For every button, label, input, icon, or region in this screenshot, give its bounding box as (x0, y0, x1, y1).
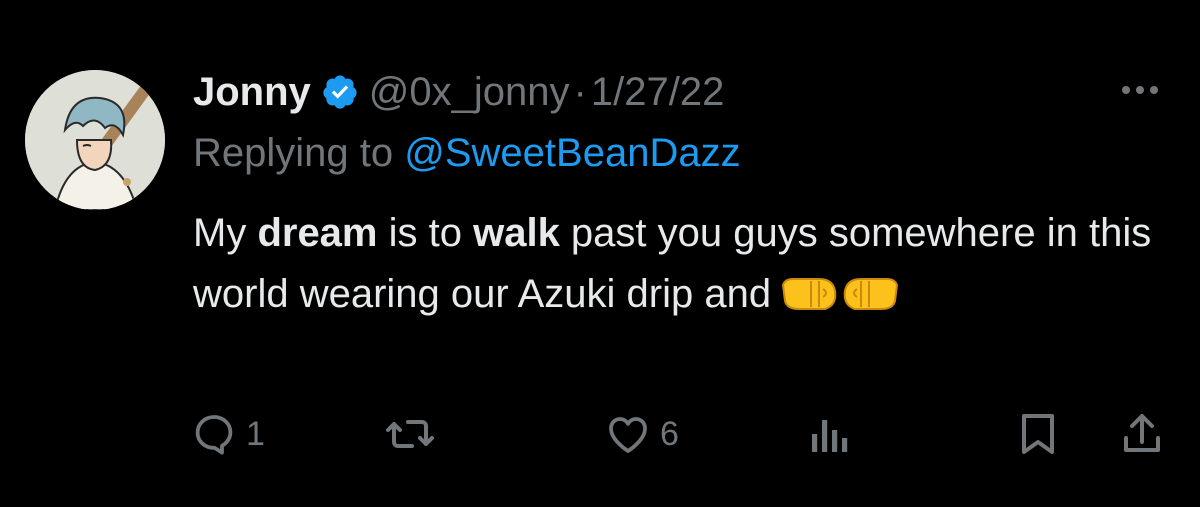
action-bar: 1 6 (0, 408, 1200, 460)
bookmark-icon (1016, 410, 1060, 458)
tweet-text: My dream is to walk past you guys somewh… (193, 203, 1153, 333)
replying-to-mention[interactable]: @SweetBeanDazz (404, 131, 740, 175)
tweet-text-bold: dream (257, 211, 378, 255)
replying-to-line: Replying to @SweetBeanDazz (193, 131, 741, 176)
like-button[interactable]: 6 (604, 408, 679, 460)
display-name[interactable]: Jonny (193, 70, 311, 115)
tweet-text-part: is to (377, 211, 474, 255)
verified-badge-icon (321, 73, 359, 111)
share-button[interactable] (1120, 408, 1164, 460)
tweet[interactable]: Jonny @0x_jonny · 1/27/22 Replying to @S… (0, 0, 1200, 507)
tweet-header: Jonny @0x_jonny · 1/27/22 (193, 66, 724, 118)
bookmark-button[interactable] (1016, 408, 1060, 460)
views-button[interactable] (810, 408, 850, 460)
tweet-date[interactable]: 1/27/22 (591, 70, 724, 115)
reply-button[interactable]: 1 (190, 408, 265, 460)
tweet-text-part: My (193, 211, 258, 255)
reply-count: 1 (246, 414, 265, 453)
fist-bump-emoji-icon (779, 271, 901, 333)
share-icon (1120, 410, 1164, 458)
views-chart-icon (810, 410, 850, 458)
more-options-icon[interactable] (1118, 80, 1162, 100)
tweet-text-bold: walk (473, 211, 560, 255)
retweet-button[interactable] (384, 408, 444, 460)
heart-icon (604, 410, 652, 458)
separator-dot: · (573, 69, 587, 114)
replying-prefix: Replying to (193, 131, 394, 175)
author-handle[interactable]: @0x_jonny (369, 70, 570, 115)
retweet-icon (384, 410, 436, 458)
avatar[interactable] (25, 70, 165, 210)
reply-icon (190, 410, 238, 458)
like-count: 6 (660, 414, 679, 453)
